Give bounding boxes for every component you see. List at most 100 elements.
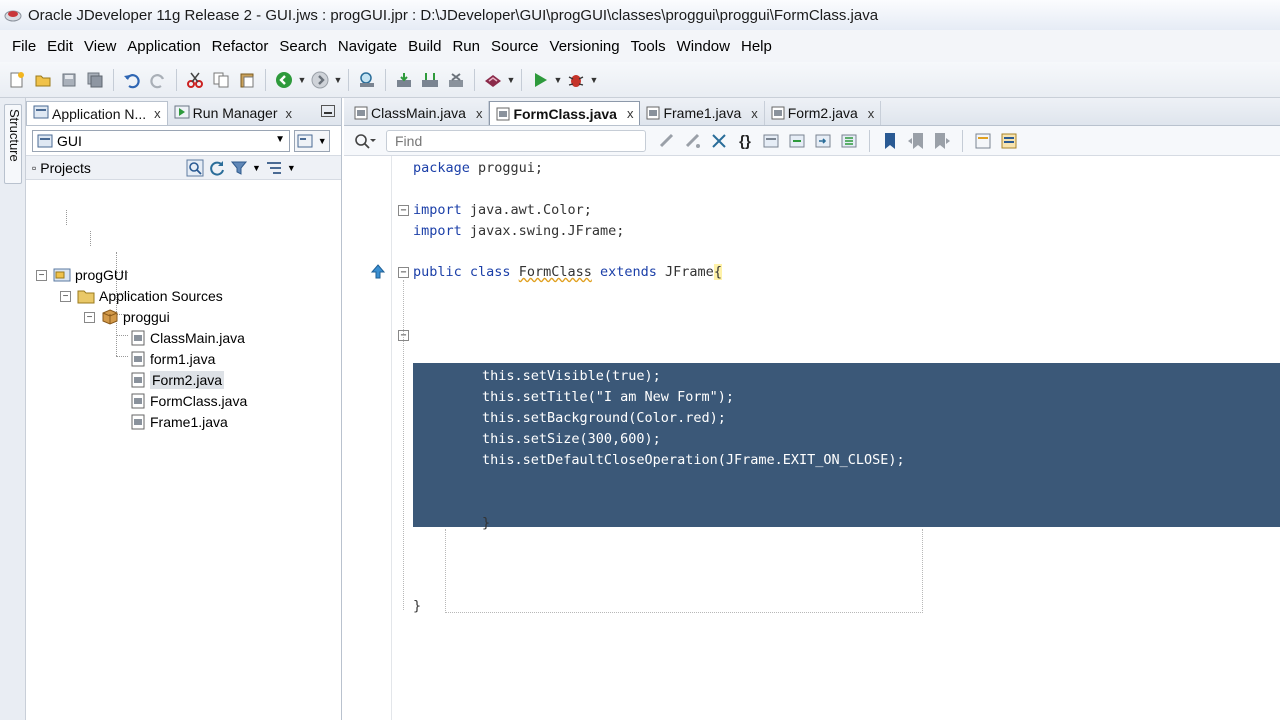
bookmark-icon[interactable] <box>879 130 901 152</box>
cut-icon[interactable] <box>182 67 208 93</box>
surround-icon[interactable] <box>760 130 782 152</box>
toggle-line-comments-icon[interactable] <box>786 130 808 152</box>
find-previous-icon[interactable] <box>656 130 678 152</box>
undo-icon[interactable] <box>119 67 145 93</box>
new-icon[interactable] <box>4 67 30 93</box>
cancel-build-icon[interactable] <box>443 67 469 93</box>
debug-dropdown-icon[interactable]: ▼ <box>589 75 599 85</box>
redo-icon[interactable] <box>145 67 171 93</box>
fold-toggle-icon[interactable]: − <box>398 267 409 278</box>
run-manager-icon <box>174 105 190 122</box>
menu-search[interactable]: Search <box>277 38 336 55</box>
java-file-icon <box>130 372 146 388</box>
menu-edit[interactable]: Edit <box>45 38 82 55</box>
tree-node-project[interactable]: − progGUI <box>36 265 128 285</box>
menu-window[interactable]: Window <box>675 38 739 55</box>
copy-icon[interactable] <box>208 67 234 93</box>
run-icon[interactable] <box>527 67 553 93</box>
menu-run[interactable]: Run <box>450 38 489 55</box>
compare-icon[interactable] <box>708 130 730 152</box>
menu-navigate[interactable]: Navigate <box>336 38 406 55</box>
rebuild-icon[interactable] <box>417 67 443 93</box>
close-icon[interactable]: x <box>751 106 758 121</box>
back-dropdown-icon[interactable]: ▼ <box>297 75 307 85</box>
menu-view[interactable]: View <box>82 38 125 55</box>
make-icon[interactable] <box>391 67 417 93</box>
code-keyword: import <box>413 202 462 218</box>
code-template-icon[interactable] <box>998 130 1020 152</box>
previous-bookmark-icon[interactable] <box>905 130 927 152</box>
save-all-icon[interactable] <box>82 67 108 93</box>
tab-formclass-java[interactable]: FormClass.java x <box>489 101 641 125</box>
menu-file[interactable]: File <box>10 38 45 55</box>
tree-node-label: form1.java <box>150 351 216 367</box>
debug-icon[interactable] <box>563 67 589 93</box>
tab-run-manager[interactable]: Run Manager x <box>168 101 298 125</box>
main-toolbar: ▼ ▼ ▼ ▼ ▼ <box>0 62 1280 98</box>
close-icon[interactable]: x <box>868 106 875 121</box>
chevron-down-icon[interactable]: ▼ <box>252 163 261 173</box>
tree-node-file[interactable]: ClassMain.java <box>130 328 245 348</box>
tree-node-file-selected[interactable]: Form2.java <box>130 370 225 390</box>
search-icon[interactable] <box>354 133 376 149</box>
tree-node-file[interactable]: form1.java <box>130 349 215 369</box>
search-project-icon[interactable] <box>354 67 380 93</box>
open-folder-icon[interactable] <box>30 67 56 93</box>
tab-classmain-java[interactable]: ClassMain.java x <box>348 101 490 125</box>
paste-icon[interactable] <box>234 67 260 93</box>
menu-versioning[interactable]: Versioning <box>548 38 629 55</box>
chevron-down-icon[interactable]: ▼ <box>287 163 296 173</box>
projects-collapse-icon[interactable]: ▫ <box>32 161 36 175</box>
close-icon[interactable]: x <box>286 106 293 121</box>
minimize-panel-icon[interactable] <box>321 105 335 117</box>
application-menu-button[interactable]: ▼ <box>294 129 330 152</box>
java-file-icon <box>130 393 146 409</box>
refresh-icon[interactable] <box>208 159 226 177</box>
find-input[interactable]: Find <box>386 129 646 152</box>
filter-icon[interactable] <box>230 159 248 177</box>
projects-header[interactable]: ▫ Projects ▼ ▼ <box>26 156 341 180</box>
projects-toolbar: ▼ ▼ <box>186 159 296 177</box>
menu-refactor[interactable]: Refactor <box>210 38 278 55</box>
tree-node-application-sources[interactable]: − Application Sources <box>60 286 223 306</box>
menu-application[interactable]: Application <box>125 38 209 55</box>
override-arrow-icon[interactable] <box>370 264 386 280</box>
menu-build[interactable]: Build <box>406 38 450 55</box>
braces-icon[interactable]: {} <box>734 130 756 152</box>
search-icon[interactable] <box>186 159 204 177</box>
application-select[interactable]: GUI ▼ <box>32 129 290 152</box>
insert-template-icon[interactable] <box>972 130 994 152</box>
menu-help[interactable]: Help <box>739 38 781 55</box>
code-text: proggui; <box>469 160 544 176</box>
tab-application-navigator[interactable]: Application N... x <box>26 101 168 125</box>
save-icon[interactable] <box>56 67 82 93</box>
tree-node-package[interactable]: − proggui <box>84 307 170 327</box>
menu-tools[interactable]: Tools <box>629 38 675 55</box>
tree-node-file[interactable]: Frame1.java <box>130 412 228 432</box>
close-icon[interactable]: x <box>154 106 161 121</box>
collapse-icon[interactable]: − <box>60 290 71 302</box>
next-bookmark-icon[interactable] <box>931 130 953 152</box>
sort-icon[interactable] <box>265 159 283 177</box>
tab-form2-java[interactable]: Form2.java x <box>765 101 882 125</box>
unindent-icon[interactable] <box>838 130 860 152</box>
close-icon[interactable]: x <box>476 106 483 121</box>
deploy-dropdown-icon[interactable]: ▼ <box>506 75 516 85</box>
forward-icon[interactable] <box>307 67 333 93</box>
menu-source[interactable]: Source <box>489 38 548 55</box>
close-icon[interactable]: x <box>627 106 634 121</box>
code-keyword: import <box>413 223 462 239</box>
deploy-icon[interactable] <box>480 67 506 93</box>
find-next-icon[interactable] <box>682 130 704 152</box>
collapse-icon[interactable]: − <box>36 269 47 281</box>
tree-node-file[interactable]: FormClass.java <box>130 391 247 411</box>
back-icon[interactable] <box>271 67 297 93</box>
code-area[interactable]: − − − package proggui; import java.awt.C… <box>344 156 1280 720</box>
fold-toggle-icon[interactable]: − <box>398 205 409 216</box>
structure-tab[interactable]: Structure <box>4 104 22 184</box>
collapse-icon[interactable]: − <box>84 311 95 323</box>
forward-dropdown-icon[interactable]: ▼ <box>333 75 343 85</box>
tab-frame1-java[interactable]: Frame1.java x <box>640 101 765 125</box>
run-dropdown-icon[interactable]: ▼ <box>553 75 563 85</box>
indent-icon[interactable] <box>812 130 834 152</box>
